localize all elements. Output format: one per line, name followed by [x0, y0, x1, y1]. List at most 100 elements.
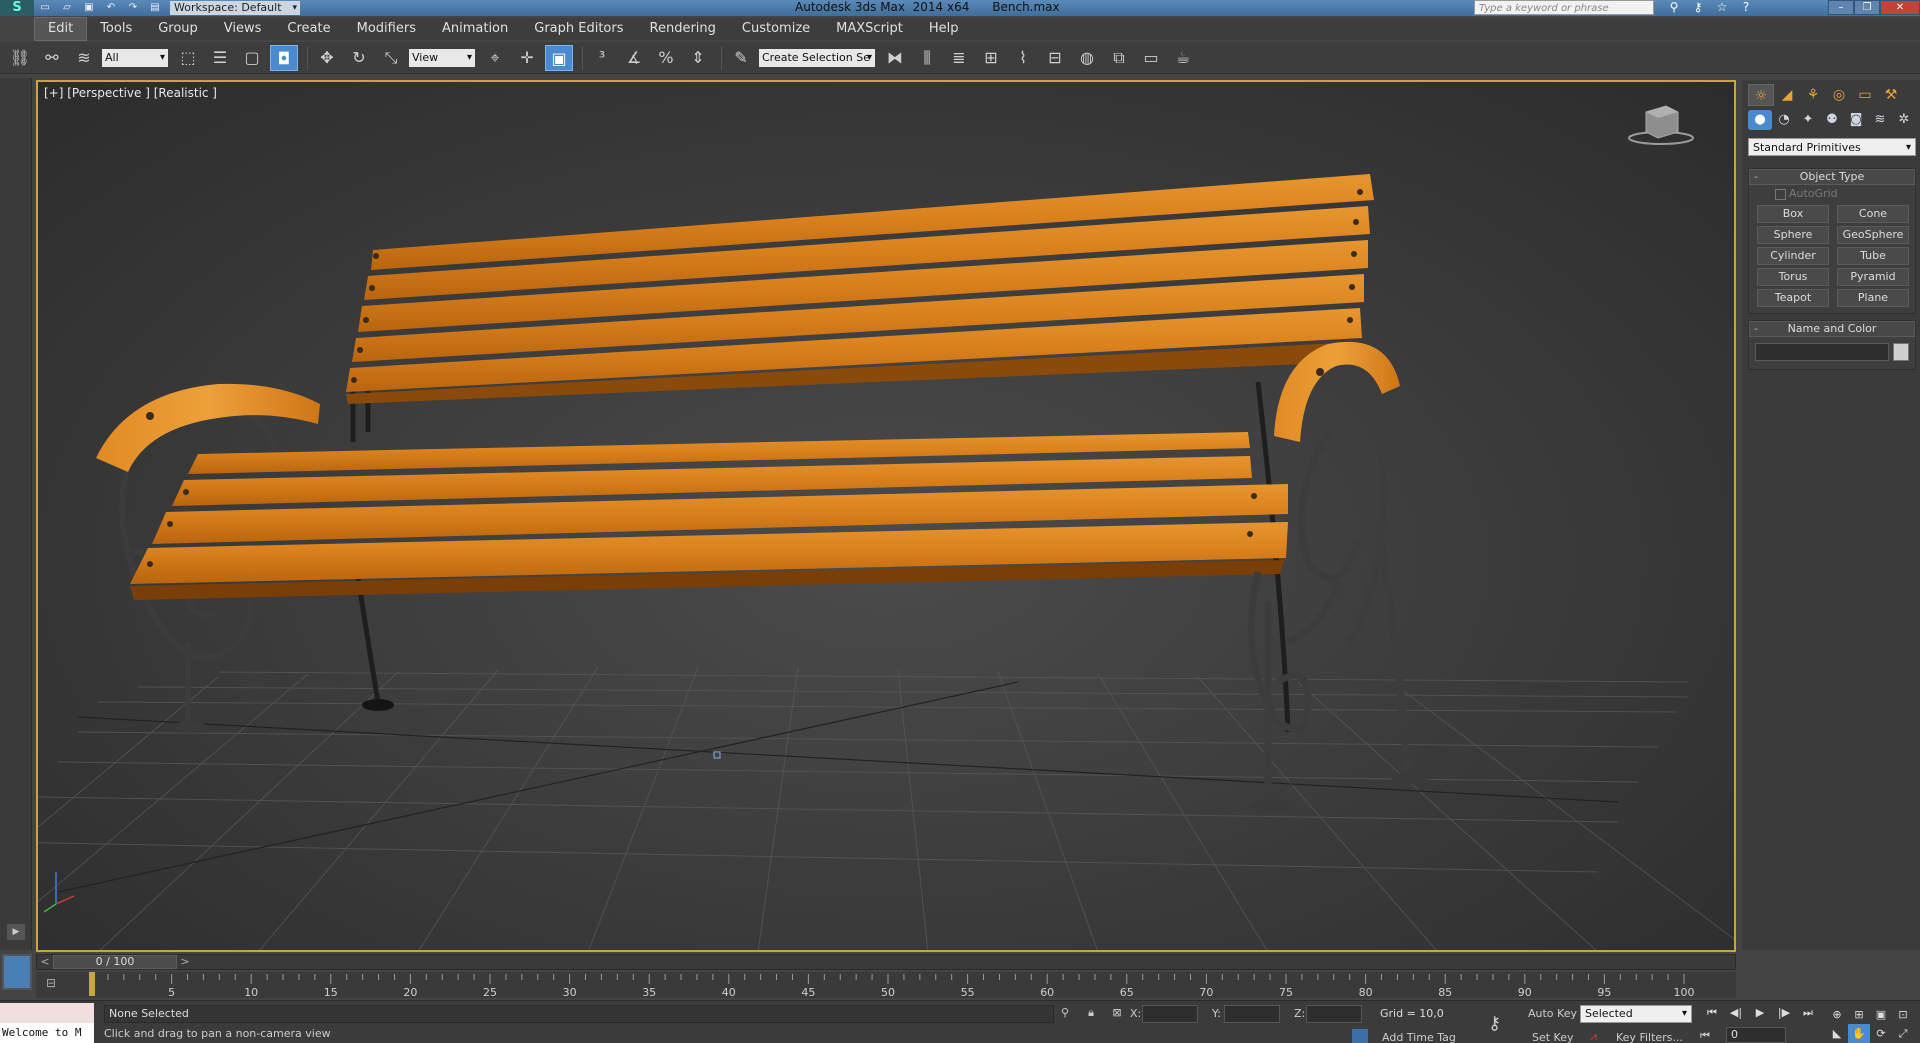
track-bar[interactable]: ⊟ 5 10 15 20 25 30 35 40 45 50 55 60 65 70 75 80 85 90 95 1… [36, 972, 1736, 998]
space-warps-icon[interactable]: ≋ [1868, 110, 1892, 130]
key-mode-dropdown[interactable]: Selected [1580, 1005, 1692, 1023]
spinner-snap-icon[interactable]: ⇕ [684, 45, 712, 71]
new-file-icon[interactable]: ▭ [36, 1, 54, 15]
minimize-button[interactable]: – [1828, 0, 1854, 15]
rendered-frame-window-icon[interactable]: ▭ [1137, 45, 1165, 71]
select-object-icon[interactable]: ⬚ [174, 45, 202, 71]
object-name-field[interactable] [1755, 343, 1889, 361]
named-selection-dropdown[interactable]: Create Selection Se [759, 48, 875, 67]
layer-manager-icon[interactable]: ≣ [945, 45, 973, 71]
maxscript-input-line[interactable]: Welcome to M [0, 1023, 94, 1043]
menu-help[interactable]: Help [916, 18, 972, 40]
menu-modifiers[interactable]: Modifiers [344, 18, 429, 40]
auto-key-button[interactable]: Auto Key [1528, 1007, 1577, 1020]
systems-icon[interactable]: ✲ [1892, 110, 1916, 130]
scale-icon[interactable]: ⤡ [377, 45, 405, 71]
time-slider[interactable]: < 0 / 100 > [36, 954, 1736, 970]
unlink-icon[interactable]: ⚯ [38, 45, 66, 71]
teapot-button[interactable]: Teapot [1757, 289, 1829, 307]
torus-button[interactable]: Torus [1757, 268, 1829, 286]
orbit-icon[interactable]: ⟳ [1870, 1024, 1892, 1043]
plane-button[interactable]: Plane [1837, 289, 1909, 307]
cameras-icon[interactable]: ⚉ [1820, 110, 1844, 130]
key-tangent-icon[interactable]: ⩘ [1590, 1029, 1597, 1043]
menu-maxscript[interactable]: MAXScript [823, 18, 916, 40]
geometry-icon[interactable]: ● [1748, 110, 1772, 130]
rotate-icon[interactable]: ↻ [345, 45, 373, 71]
scene-explorer-icon[interactable]: ⊞ [977, 45, 1005, 71]
x-coord-field[interactable] [1142, 1005, 1198, 1023]
object-type-header[interactable]: - Object Type [1749, 169, 1915, 185]
next-frame-icon[interactable]: |▶ [1772, 1005, 1796, 1021]
menu-group[interactable]: Group [145, 18, 211, 40]
autogrid-checkbox[interactable]: AutoGrid [1749, 185, 1915, 203]
reference-coordinate-dropdown[interactable]: View [409, 48, 475, 67]
key-icon[interactable]: ⚷ [1686, 0, 1710, 15]
zoom-icon[interactable]: ⊕ [1826, 1005, 1848, 1024]
tube-button[interactable]: Tube [1837, 247, 1909, 265]
mini-listener-toggle[interactable] [2, 954, 32, 990]
open-file-icon[interactable]: ▱ [58, 1, 76, 15]
add-time-tag[interactable]: Add Time Tag [1382, 1031, 1456, 1043]
pivot-center-icon[interactable]: ⌖ [481, 45, 509, 71]
display-tab-icon[interactable]: ▭ [1852, 84, 1878, 106]
utilities-tab-wrench-icon[interactable]: ⚒ [1878, 84, 1904, 106]
angle-snap-icon[interactable]: ∡ [620, 45, 648, 71]
mirror-icon[interactable]: ⧓ [881, 45, 909, 71]
search-input[interactable]: Type a keyword or phrase [1474, 0, 1654, 15]
current-frame-field[interactable]: 0 [1726, 1027, 1786, 1043]
binoculars-icon[interactable]: ⚲ [1662, 0, 1686, 15]
percent-snap-icon[interactable]: % [652, 45, 680, 71]
go-to-start-icon[interactable]: ⏮ [1700, 1005, 1724, 1021]
project-folder-icon[interactable]: ▤ [146, 1, 164, 15]
lights-icon[interactable]: ✦ [1796, 110, 1820, 130]
sphere-button[interactable]: Sphere [1757, 226, 1829, 244]
schematic-view-icon[interactable]: ⊟ [1041, 45, 1069, 71]
snaps-toggle-icon[interactable]: ³ [588, 45, 616, 71]
motion-tab-icon[interactable]: ◎ [1826, 84, 1852, 106]
pan-hand-icon[interactable]: ✋ [1848, 1024, 1870, 1043]
edit-named-selection-icon[interactable]: ✎ [727, 45, 755, 71]
viewcube-icon[interactable] [1626, 100, 1696, 150]
cylinder-button[interactable]: Cylinder [1757, 247, 1829, 265]
zoom-extents-all-icon[interactable]: ⊡ [1892, 1005, 1914, 1024]
window-crossing-icon[interactable]: ◘ [270, 44, 298, 71]
select-by-name-icon[interactable]: ☰ [206, 45, 234, 71]
menu-views[interactable]: Views [211, 18, 275, 40]
undo-icon[interactable]: ↶ [102, 1, 120, 15]
move-icon[interactable]: ✥ [313, 45, 341, 71]
modify-tab-icon[interactable]: ◢ [1774, 84, 1800, 106]
next-frame-arrow-icon[interactable]: > [177, 955, 193, 969]
set-keys-key-icon[interactable]: ⚷ [1488, 1013, 1501, 1034]
absolute-mode-icon[interactable]: ⊠ [1104, 1005, 1130, 1021]
save-icon[interactable]: ▣ [80, 1, 98, 15]
menu-rendering[interactable]: Rendering [637, 18, 729, 40]
material-editor-icon[interactable]: ◍ [1073, 45, 1101, 71]
create-tab-sun-icon[interactable]: ☼ [1748, 84, 1774, 106]
time-slider-thumb[interactable]: 0 / 100 [53, 955, 177, 969]
cone-button[interactable]: Cone [1837, 205, 1909, 223]
selection-filter-dropdown[interactable]: All [102, 48, 168, 67]
field-of-view-icon[interactable]: ◣ [1826, 1024, 1848, 1043]
selection-lock-icon[interactable]: 🔒︎ [1078, 1005, 1104, 1021]
time-tag-icon[interactable] [1352, 1029, 1368, 1043]
select-manipulate-icon[interactable]: ✛ [513, 45, 541, 71]
star-icon[interactable]: ☆ [1710, 0, 1734, 15]
restore-button[interactable]: ❐ [1854, 0, 1880, 15]
isolate-selection-icon[interactable]: ⚲ [1052, 1005, 1078, 1021]
previous-frame-icon[interactable]: ◀| [1724, 1005, 1748, 1021]
align-icon[interactable]: ⫼ [913, 45, 941, 71]
menu-tools[interactable]: Tools [87, 18, 145, 40]
menu-graph-editors[interactable]: Graph Editors [521, 18, 636, 40]
play-icon[interactable]: ▶ [1748, 1005, 1772, 1021]
curve-editor-icon[interactable]: ⌇ [1009, 45, 1037, 71]
geosphere-button[interactable]: GeoSphere [1837, 226, 1909, 244]
previous-frame-arrow-icon[interactable]: < [37, 955, 53, 969]
viewport-label[interactable]: [+] [Perspective ] [Realistic ] [44, 86, 217, 100]
hierarchy-tab-icon[interactable]: ⚘ [1800, 84, 1826, 106]
object-color-swatch[interactable] [1893, 343, 1909, 361]
menu-customize[interactable]: Customize [729, 18, 823, 40]
primitive-category-dropdown[interactable]: Standard Primitives [1748, 138, 1916, 157]
menu-animation[interactable]: Animation [429, 18, 521, 40]
menu-edit[interactable]: Edit [34, 17, 88, 41]
